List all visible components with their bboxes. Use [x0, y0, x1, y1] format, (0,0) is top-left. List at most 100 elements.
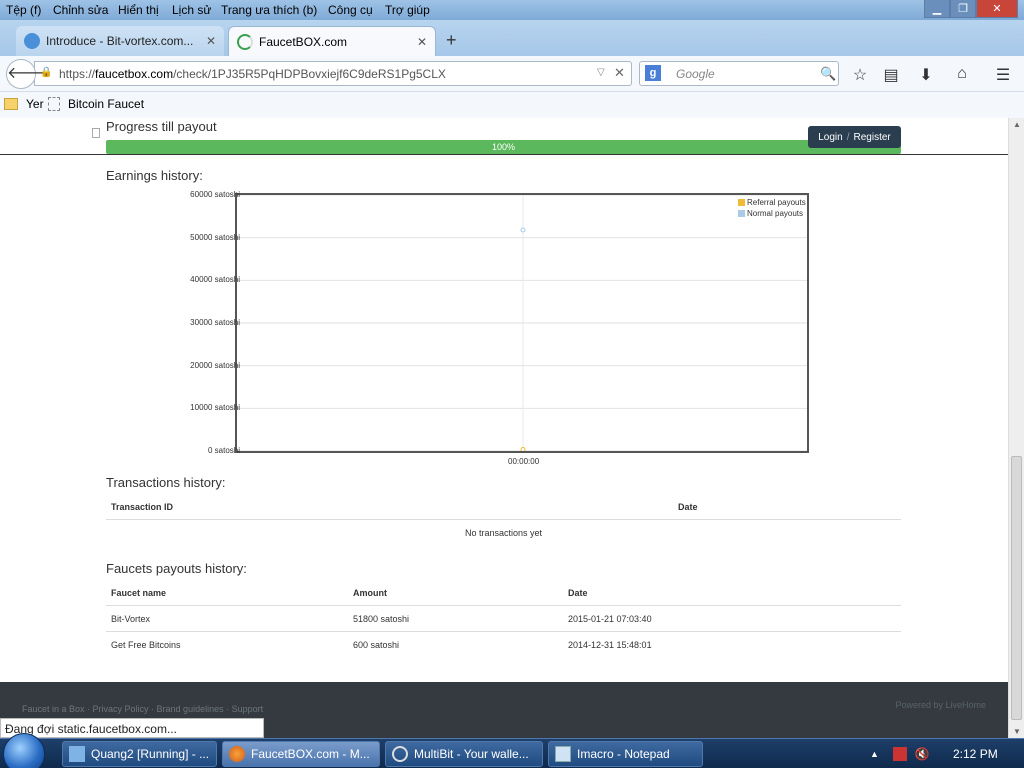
bookmarks-bar: Yer Bitcoin Faucet: [0, 92, 1024, 118]
column-header: Amount: [353, 588, 387, 598]
legend-label: Referral payouts: [747, 198, 806, 207]
broken-image-icon: [92, 128, 100, 138]
system-tray: ▲ 🔇: [864, 739, 1024, 768]
column-header: Faucet name: [111, 588, 167, 598]
faucet-name: Bit-Vortex: [111, 614, 151, 624]
new-tab-icon[interactable]: +: [446, 30, 457, 51]
bookmark-bitcoin-faucet[interactable]: Bitcoin Faucet: [48, 97, 144, 111]
volume-muted-icon[interactable]: 🔇: [915, 747, 930, 761]
tab-close-icon[interactable]: ✕: [417, 35, 427, 49]
taskbar: Quang2 [Running] - ... FaucetBOX.com - M…: [0, 733, 1024, 768]
taskbar-item-notepad[interactable]: Imacro - Notepad: [548, 741, 703, 767]
table-row: No transactions yet: [106, 520, 901, 546]
menu-help[interactable]: Trợ giúp: [385, 3, 430, 17]
data-point: [520, 227, 526, 233]
menu-icon[interactable]: ☰: [993, 65, 1013, 85]
back-button[interactable]: 🡐: [6, 59, 50, 89]
scroll-thumb[interactable]: [1011, 456, 1022, 720]
url-bar[interactable]: https://faucetbox.com/check/1PJ35R5PqHDP…: [34, 61, 632, 86]
progress-title: Progress till payout: [106, 119, 217, 134]
bookmark-yer[interactable]: Yer: [4, 97, 44, 111]
powered-by[interactable]: Powered by LiveHome: [895, 700, 986, 710]
tab-faucetbox[interactable]: FaucetBOX.com ✕: [228, 26, 436, 56]
search-placeholder: Google: [676, 67, 715, 81]
search-input[interactable]: Google: [639, 61, 839, 86]
reading-list-icon[interactable]: ▤: [881, 65, 901, 85]
maximize-icon[interactable]: ❐: [950, 0, 976, 18]
bookmark-label: Yer: [26, 97, 44, 111]
payouts-title: Faucets payouts history:: [106, 561, 247, 576]
search-icon[interactable]: 🔍: [820, 66, 836, 82]
star-icon[interactable]: ☆: [850, 65, 870, 85]
url-dropdown-icon[interactable]: ▽: [597, 67, 605, 78]
menu-view[interactable]: Hiển thị: [118, 3, 159, 17]
taskbar-label: MultiBit - Your walle...: [414, 747, 529, 761]
separator: /: [846, 131, 850, 143]
payout-date: 2015-01-21 07:03:40: [568, 614, 652, 624]
menu-bookmarks[interactable]: Trang ưa thích (b): [221, 3, 317, 17]
transactions-table: Transaction ID Date No transactions yet: [106, 494, 901, 548]
data-point: [520, 447, 526, 452]
legend-label: Normal payouts: [747, 209, 804, 218]
start-button[interactable]: [3, 733, 45, 768]
close-window-icon[interactable]: ✕: [976, 0, 1018, 18]
tray-expand-icon[interactable]: ▲: [870, 749, 879, 759]
divider: [0, 154, 1008, 155]
login-link[interactable]: Login: [818, 132, 842, 143]
progress-bar: 100%: [106, 140, 901, 154]
legend-swatch: [738, 210, 745, 217]
url-domain: faucetbox.com: [95, 67, 174, 81]
loading-spinner-icon: [237, 33, 253, 50]
google-icon[interactable]: g: [645, 65, 661, 81]
virtualbox-icon: [69, 746, 85, 762]
y-tick-label: 50000 satoshi: [190, 232, 240, 242]
scroll-down-icon[interactable]: ▼: [1013, 727, 1021, 736]
footer-links[interactable]: Faucet in a Box · Privacy Policy · Brand…: [22, 704, 263, 714]
transactions-title: Transactions history:: [106, 475, 226, 490]
tab-close-icon[interactable]: ✕: [206, 34, 216, 48]
vertical-scrollbar[interactable]: ▲ ▼: [1008, 118, 1024, 738]
menu-tools[interactable]: Công cụ: [328, 3, 373, 17]
table-header-row: Faucet name Amount Date: [106, 580, 901, 606]
scroll-up-icon[interactable]: ▲: [1013, 120, 1021, 129]
lock-icon: 🔒: [40, 67, 53, 78]
payout-amount: 51800 satoshi: [353, 614, 410, 624]
table-row: Bit-Vortex 51800 satoshi 2015-01-21 07:0…: [106, 606, 901, 632]
clock[interactable]: 2:12 PM: [953, 747, 998, 761]
table-header-row: Transaction ID Date: [106, 494, 901, 520]
column-header: Date: [568, 588, 588, 598]
x-tick-label: 00:00:00: [508, 457, 540, 466]
login-register-box: Login / Register: [808, 126, 901, 148]
taskbar-item-firefox[interactable]: FaucetBOX.com - M...: [222, 741, 380, 767]
faucet-name: Get Free Bitcoins: [111, 640, 181, 650]
legend-item-referral: Referral payouts: [738, 198, 806, 207]
menu-edit[interactable]: Chỉnh sửa: [53, 3, 108, 17]
y-tick-label: 20000 satoshi: [190, 360, 240, 370]
y-tick-label: 60000 satoshi: [190, 190, 240, 199]
stop-icon[interactable]: ✕: [614, 65, 625, 81]
window-controls: ▁ ❐ ✕: [924, 0, 1018, 18]
menu-file[interactable]: Tệp (f): [6, 3, 41, 17]
column-header: Transaction ID: [111, 502, 174, 512]
home-icon[interactable]: ⌂: [952, 65, 972, 83]
earnings-title: Earnings history:: [106, 168, 203, 183]
tab-introduce[interactable]: Introduce - Bit-vortex.com... ✕: [16, 26, 224, 56]
payout-date: 2014-12-31 15:48:01: [568, 640, 652, 650]
taskbar-label: Quang2 [Running] - ...: [91, 747, 210, 761]
payout-amount: 600 satoshi: [353, 640, 400, 650]
minimize-icon[interactable]: ▁: [924, 0, 950, 18]
taskbar-item-virtualbox[interactable]: Quang2 [Running] - ...: [62, 741, 217, 767]
taskbar-label: FaucetBOX.com - M...: [251, 747, 370, 761]
flag-icon[interactable]: [892, 747, 907, 761]
tab-bar: Introduce - Bit-vortex.com... ✕ FaucetBO…: [0, 20, 1024, 56]
download-icon[interactable]: ⬇: [916, 65, 936, 85]
notepad-icon: [555, 746, 571, 762]
y-tick-label: 10000 satoshi: [190, 403, 240, 413]
menu-history[interactable]: Lịch sử: [172, 3, 211, 17]
register-link[interactable]: Register: [854, 132, 891, 143]
page-icon: [48, 97, 60, 111]
chart-plot-area: [237, 194, 807, 452]
site-favicon-icon: [24, 33, 40, 49]
y-tick-label: 40000 satoshi: [190, 275, 240, 285]
taskbar-item-multibit[interactable]: MultiBit - Your walle...: [385, 741, 543, 767]
